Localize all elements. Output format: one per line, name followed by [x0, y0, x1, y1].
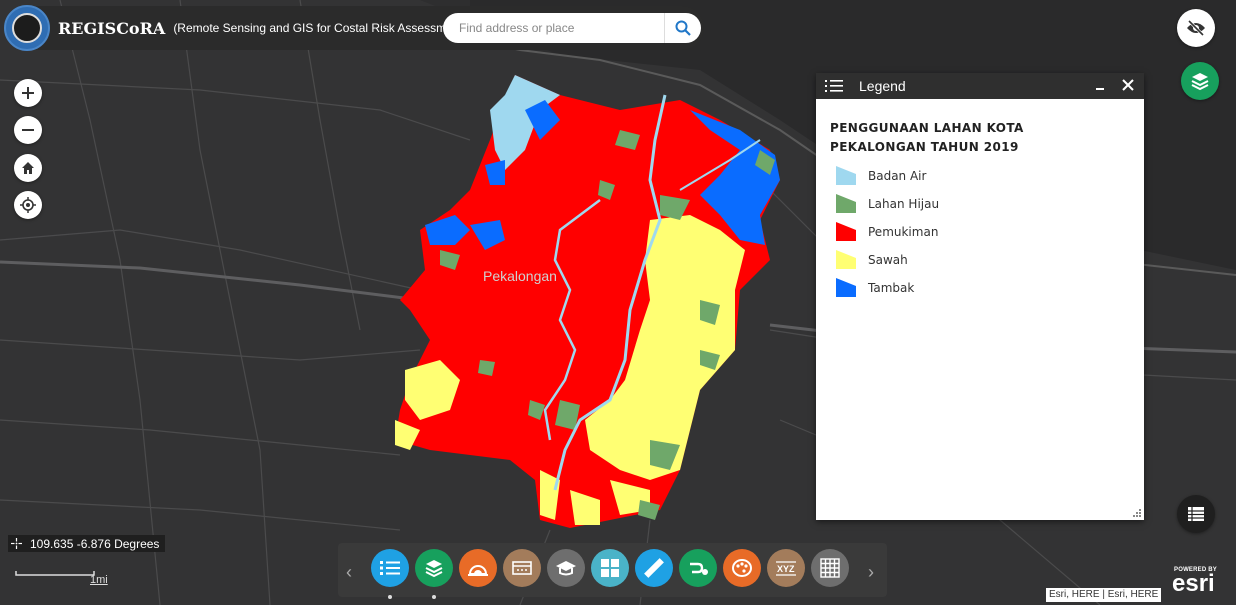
- swipe-tool-button[interactable]: [723, 549, 761, 587]
- visibility-toggle-button[interactable]: [1177, 9, 1215, 47]
- legend-item: Lahan Hijau: [830, 194, 1130, 213]
- minimize-icon: [1096, 88, 1104, 90]
- search-input[interactable]: [457, 20, 671, 36]
- scale-bar-line: [15, 571, 95, 576]
- attribute-tool-button[interactable]: [503, 549, 541, 587]
- app-subtitle: (Remote Sensing and GIS for Costal Risk …: [173, 21, 467, 35]
- sunset-icon: [468, 565, 488, 576]
- legend-swatch-badan-air: [836, 166, 856, 185]
- zoom-in-button[interactable]: [14, 79, 42, 107]
- table-icon: [1188, 507, 1204, 521]
- table-grid-icon: [820, 558, 840, 578]
- basemap-gallery-tool-button[interactable]: [591, 549, 629, 587]
- close-button[interactable]: [1121, 78, 1135, 92]
- list-icon: [825, 80, 843, 92]
- search-box: [443, 13, 701, 43]
- layers-icon: [1191, 73, 1209, 91]
- minus-icon: [22, 129, 34, 131]
- measure-tool-button[interactable]: [635, 549, 673, 587]
- coordinate-tool-button[interactable]: XYZ: [767, 549, 805, 587]
- scale-bar-label: 1mi: [90, 574, 108, 586]
- table-edit-icon: [512, 561, 532, 575]
- logo-emblem-icon: [12, 13, 42, 43]
- graduation-cap-icon: [556, 561, 576, 576]
- legend-body: PENGGUNAAN LAHAN KOTA PEKALONGAN TAHUN 2…: [816, 99, 1144, 317]
- toolbar-prev-button[interactable]: ‹: [346, 563, 352, 581]
- about-tool-button[interactable]: [547, 549, 585, 587]
- toolbar-next-button[interactable]: ›: [868, 563, 874, 581]
- legend-swatch-tambak: [836, 278, 856, 297]
- search-button[interactable]: [664, 13, 701, 43]
- active-indicator: [388, 595, 392, 599]
- home-button[interactable]: [14, 154, 42, 182]
- legend-item: Pemukiman: [830, 222, 1130, 241]
- home-icon: [22, 162, 34, 174]
- scale-bar: 1mi: [15, 570, 111, 586]
- legend-item-label: Pemukiman: [868, 224, 939, 239]
- xyz-icon: XYZ: [776, 561, 796, 576]
- layers-tool-button[interactable]: [415, 549, 453, 599]
- legend-item: Tambak: [830, 278, 1130, 297]
- coordinate-display: 109.635 -6.876 Degrees: [8, 535, 166, 552]
- layers-panel-button[interactable]: [1181, 62, 1219, 100]
- map-city-label: Pekalongan: [483, 268, 557, 284]
- chevron-left-icon: ‹: [346, 562, 352, 582]
- app-logo[interactable]: [4, 5, 50, 51]
- list-icon: [380, 561, 400, 575]
- legend-tool-button[interactable]: [371, 549, 409, 599]
- plus-icon: [22, 87, 34, 99]
- palette-icon: [732, 559, 752, 577]
- legend-swatch-lahan-hijau: [836, 194, 856, 213]
- esri-logo[interactable]: POWERED BY esri: [1172, 567, 1217, 597]
- route-icon: [690, 562, 708, 575]
- legend-layer-title: PENGGUNAAN LAHAN KOTA PEKALONGAN TAHUN 2…: [830, 121, 1024, 154]
- basemap-tool-button[interactable]: [459, 549, 497, 587]
- svg-text:XYZ: XYZ: [777, 564, 795, 574]
- legend-item-label: Badan Air: [868, 168, 927, 183]
- attribute-table-button[interactable]: [1177, 495, 1215, 533]
- legend-swatch-pemukiman: [836, 222, 856, 241]
- grid-icon: [601, 559, 619, 577]
- grid-tool-button[interactable]: [811, 549, 849, 587]
- eye-off-icon: [1187, 20, 1205, 36]
- legend-header: Legend: [816, 73, 1144, 99]
- map-attribution: Esri, HERE | Esri, HERE: [1046, 588, 1162, 602]
- legend-item-label: Sawah: [868, 252, 908, 267]
- esri-brand: esri: [1172, 570, 1215, 597]
- locate-button[interactable]: [14, 191, 42, 219]
- crosshair-icon[interactable]: [8, 536, 24, 552]
- app-title: REGISCoRA: [58, 18, 166, 38]
- locate-icon: [20, 197, 36, 213]
- legend-item-label: Lahan Hijau: [868, 196, 940, 211]
- legend-item: Badan Air: [830, 166, 1130, 185]
- legend-swatch-sawah: [836, 250, 856, 269]
- legend-item-label: Tambak: [868, 280, 915, 295]
- close-icon: [1122, 79, 1134, 91]
- app-header: REGISCoRA (Remote Sensing and GIS for Co…: [4, 5, 704, 51]
- ruler-icon: [644, 558, 664, 578]
- coordinate-text: 109.635 -6.876 Degrees: [30, 536, 160, 551]
- zoom-out-button[interactable]: [14, 116, 42, 144]
- legend-title: Legend: [859, 78, 906, 94]
- minimize-button[interactable]: [1094, 79, 1106, 93]
- legend-panel: Legend PENGGUNAAN LAHAN KOTA PEKALONGAN …: [816, 73, 1144, 520]
- legend-item: Sawah: [830, 250, 1130, 269]
- bottom-toolbar: ‹ › XYZ: [338, 543, 887, 599]
- search-icon: [675, 20, 691, 36]
- chevron-right-icon: ›: [868, 562, 874, 582]
- layers-icon: [425, 560, 443, 578]
- resize-handle-icon[interactable]: [1132, 508, 1142, 518]
- active-indicator: [432, 595, 436, 599]
- directions-tool-button[interactable]: [679, 549, 717, 587]
